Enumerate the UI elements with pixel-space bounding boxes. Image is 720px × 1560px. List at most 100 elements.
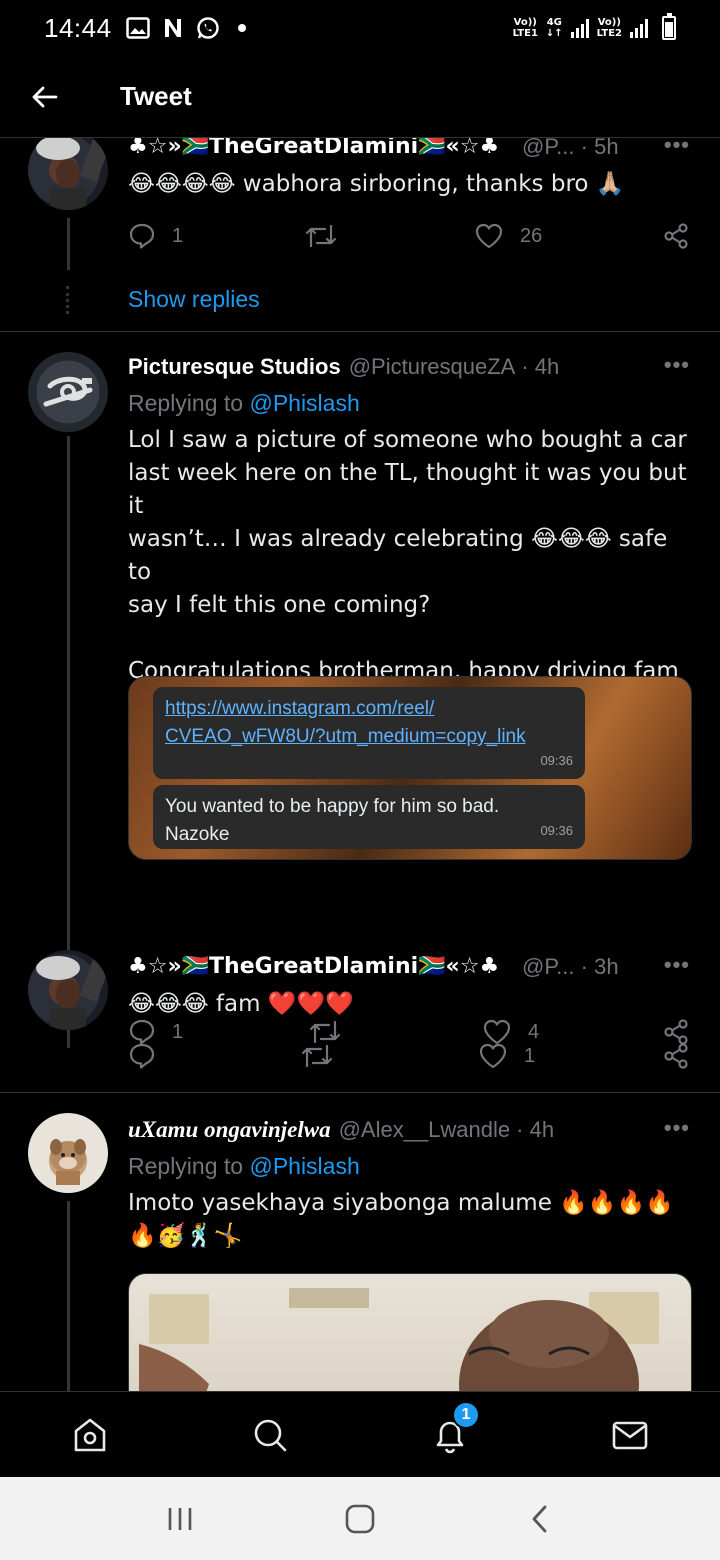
status-dot <box>237 24 246 32</box>
chat-bubble-link: https://www.instagram.com/reel/CVEAO_wFW… <box>153 687 585 779</box>
reply-count: 1 <box>172 224 184 247</box>
nav-home[interactable] <box>50 1395 130 1475</box>
tweet-media-image[interactable] <box>128 1273 692 1391</box>
back-system-button[interactable] <box>500 1484 580 1554</box>
tweet-text: 😂😂😂😂 wabhora sirboring, thanks bro 🙏🏼 <box>128 171 625 197</box>
status-notification-icons <box>125 16 246 40</box>
timestamp: · 4h <box>516 1117 555 1142</box>
mention-link[interactable]: @Phislash <box>249 1153 359 1179</box>
share-button[interactable] <box>662 1038 690 1074</box>
share-icon <box>664 1043 688 1069</box>
tweet-text: Imoto yasekhaya siyabonga malume 🔥🔥🔥🔥 🔥🥳… <box>128 1190 674 1249</box>
network-label: 4G ↓↑ <box>545 17 563 39</box>
gallery-icon <box>125 17 150 39</box>
chat-bubble-message: You wanted to be happy for him so bad. Na… <box>153 785 585 849</box>
show-replies-link[interactable]: Show replies <box>128 286 260 313</box>
media-photo <box>139 1288 659 1391</box>
nav-search[interactable] <box>230 1395 310 1475</box>
reply-icon <box>129 1043 155 1069</box>
avatar-photo <box>36 956 108 1030</box>
message-time: 09:36 <box>540 823 573 838</box>
tweet-header: uXamu ongavinjelwa @Alex__Lwandle · 4h <box>128 1117 680 1143</box>
more-options-button[interactable]: ••• <box>664 352 690 378</box>
more-options-button[interactable]: ••• <box>664 952 690 978</box>
display-name[interactable]: Picturesque Studios <box>128 354 341 380</box>
nav-notifications[interactable]: 1 <box>410 1395 490 1475</box>
reply-button[interactable] <box>128 1038 172 1074</box>
tweet-actions: 1 26 <box>128 218 698 254</box>
n-icon <box>164 19 181 37</box>
replying-to: Replying to @Phislash <box>128 390 360 416</box>
battery-icon <box>662 13 676 40</box>
page-title: Tweet <box>120 81 192 111</box>
recents-icon <box>168 1507 192 1530</box>
display-name[interactable]: ♣☆»🇿🇦TheGreatDlamini🇿🇦«☆♣ <box>128 138 499 159</box>
thread-line <box>67 1201 70 1391</box>
share-icon <box>664 223 688 249</box>
retweet-button[interactable] <box>300 1038 334 1074</box>
system-navigation-bar <box>0 1477 720 1560</box>
nav-messages[interactable] <box>590 1395 670 1475</box>
signal2-icon <box>630 18 648 38</box>
replying-to: Replying to @Phislash <box>128 1153 360 1179</box>
heart-icon <box>479 1043 507 1069</box>
avatar[interactable] <box>28 352 108 432</box>
top-app-bar: Tweet <box>0 56 720 138</box>
avatar[interactable] <box>28 950 108 1030</box>
tweet-header: Picturesque Studios @PicturesqueZA · 4h <box>128 354 680 380</box>
handle[interactable]: @Alex__Lwandle <box>339 1117 511 1143</box>
recents-button[interactable] <box>140 1484 220 1554</box>
tweet-text: 😂😂😂 fam ❤️❤️❤️ <box>128 991 354 1017</box>
avatar-photo <box>36 138 108 210</box>
reply-icon <box>129 223 155 249</box>
tweet-thread[interactable]: ♣☆»🇿🇦TheGreatDlamini🇿🇦«☆♣ @P... · 5h •••… <box>0 138 720 1391</box>
avatar[interactable] <box>28 138 108 210</box>
tweet-reply-thegreatdlamini-2[interactable]: ♣☆»🇿🇦TheGreatDlamini🇿🇦«☆♣ @P... · 3h •••… <box>0 950 720 1090</box>
status-bar: 14:44 Vo)) LTE1 4G ↓↑ Vo)) LTE2 <box>0 0 720 56</box>
status-right: Vo)) LTE1 4G ↓↑ Vo)) LTE2 <box>512 13 676 40</box>
notification-badge: 1 <box>452 1400 480 1429</box>
home-icon <box>74 1418 106 1451</box>
thread-line <box>67 218 70 270</box>
more-options-button[interactable]: ••• <box>664 138 690 158</box>
handle[interactable]: @PicturesqueZA <box>349 354 516 380</box>
share-button[interactable] <box>662 218 690 254</box>
instagram-link[interactable]: https://www.instagram.com/reel/CVEAO_wFW… <box>165 698 526 747</box>
handle-time: @P... · 5h <box>522 138 619 159</box>
thread-dots <box>66 286 70 314</box>
tweet-header: ♣☆»🇿🇦TheGreatDlamini🇿🇦«☆♣ <box>128 138 570 159</box>
signal1-icon <box>570 18 589 38</box>
mention-link[interactable]: @Phislash <box>249 390 359 416</box>
back-button[interactable] <box>0 56 88 138</box>
like-count: 1 <box>524 1044 536 1067</box>
display-name[interactable]: uXamu ongavinjelwa <box>128 1117 331 1143</box>
heart-icon <box>475 223 503 249</box>
dog-photo <box>50 1139 86 1185</box>
messages-icon <box>612 1421 648 1449</box>
like-count: 26 <box>520 224 543 247</box>
tweet-actions: 1 <box>128 1038 698 1074</box>
arrow-left-icon <box>32 86 58 107</box>
retweet-icon <box>305 224 337 248</box>
sim2-label: Vo)) LTE2 <box>596 17 622 39</box>
home-square-icon <box>345 1504 375 1533</box>
whatsapp-icon <box>196 17 219 39</box>
like-button[interactable]: 26 <box>474 218 542 254</box>
timestamp: · 4h <box>521 354 560 379</box>
avatar[interactable] <box>28 1113 108 1193</box>
more-options-button[interactable]: ••• <box>664 1115 690 1141</box>
display-name[interactable]: ♣☆»🇿🇦TheGreatDlamini🇿🇦«☆♣ <box>128 954 499 979</box>
status-time: 14:44 <box>44 12 112 43</box>
handle-time: @P... · 3h <box>522 954 619 979</box>
chevron-left-icon <box>532 1505 547 1532</box>
bottom-navigation: 1 <box>0 1391 720 1477</box>
tweet-media-image[interactable]: https://www.instagram.com/reel/CVEAO_wFW… <box>128 676 692 860</box>
like-button[interactable]: 1 <box>478 1038 535 1074</box>
tweet-reply-thegreatdlamini-1[interactable]: ♣☆»🇿🇦TheGreatDlamini🇿🇦«☆♣ @P... · 5h •••… <box>0 138 720 331</box>
tweet-reply-uxamu[interactable]: uXamu ongavinjelwa @Alex__Lwandle · 4h •… <box>0 1093 720 1391</box>
home-system-button[interactable] <box>320 1484 400 1554</box>
tweet-header: ♣☆»🇿🇦TheGreatDlamini🇿🇦«☆♣ <box>128 954 570 979</box>
reply-button[interactable]: 1 <box>128 218 183 254</box>
sim1-label: Vo)) LTE1 <box>512 17 538 39</box>
retweet-button[interactable] <box>304 218 338 254</box>
